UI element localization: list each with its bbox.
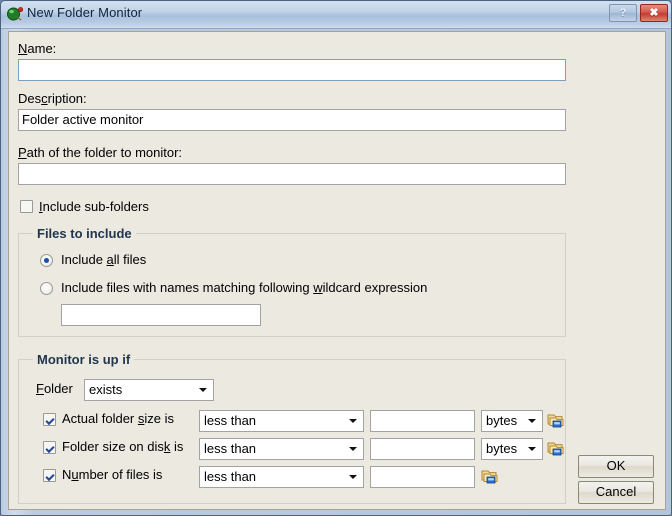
- path-input[interactable]: [18, 163, 566, 185]
- row0-post: ize is: [144, 411, 174, 426]
- dialog-window: New Folder Monitor ? ✖ Name: Description…: [0, 0, 672, 516]
- help-button[interactable]: ?: [609, 4, 637, 22]
- monitor-globe-icon: [6, 6, 24, 22]
- chevron-down-icon: [349, 419, 357, 423]
- description-label-pre: Des: [18, 91, 42, 106]
- cancel-button[interactable]: Cancel: [578, 481, 654, 504]
- include-subfolders-text: nclude sub-folders: [42, 199, 149, 214]
- description-label-text: ription:: [47, 91, 87, 106]
- include-subfolders-label[interactable]: Include sub-folders: [39, 199, 149, 214]
- name-label-text: ame:: [27, 41, 57, 56]
- number-of-files-checkbox[interactable]: [43, 469, 56, 482]
- chevron-down-icon: [349, 475, 357, 479]
- number-of-files-operator-combo[interactable]: less than: [199, 466, 364, 488]
- path-label: Path of the folder to monitor:: [18, 145, 182, 160]
- actual-folder-size-unit-combo[interactable]: bytes: [481, 410, 543, 432]
- files-to-include-title: Files to include: [33, 226, 136, 241]
- window-title: New Folder Monitor: [27, 5, 143, 20]
- dialog-body: Name: Description: Folder active monitor…: [8, 31, 666, 510]
- name-input[interactable]: [18, 59, 566, 81]
- description-input[interactable]: Folder active monitor: [18, 109, 566, 131]
- description-label: Description:: [18, 91, 87, 106]
- path-label-accel: P: [18, 145, 27, 160]
- ok-button[interactable]: OK: [578, 455, 654, 478]
- actual-folder-size-label[interactable]: Actual folder size is: [62, 411, 174, 426]
- name-label: Name:: [18, 41, 56, 56]
- include-all-pre: Include: [61, 252, 107, 267]
- include-all-post: ll files: [113, 252, 147, 267]
- row1-pre: Folder size on dis: [62, 439, 164, 454]
- row1-post: is: [170, 439, 184, 454]
- folder-label-text: older: [43, 381, 73, 396]
- chevron-down-icon: [199, 388, 207, 392]
- wildcard-post: ildcard expression: [322, 280, 428, 295]
- title-bar: New Folder Monitor ? ✖: [1, 1, 671, 29]
- chevron-down-icon: [528, 419, 536, 423]
- name-label-accel: N: [18, 41, 28, 56]
- wildcard-input[interactable]: [61, 304, 261, 326]
- folder-condition-combo[interactable]: exists: [84, 379, 214, 401]
- row2-accel: u: [71, 467, 79, 482]
- chevron-down-icon: [528, 447, 536, 451]
- folder-size-on-disk-operator-combo[interactable]: less than: [199, 438, 364, 460]
- browse-folder-icon[interactable]: [547, 413, 564, 428]
- number-of-files-label[interactable]: Number of files is: [62, 467, 162, 482]
- close-button[interactable]: ✖: [640, 4, 668, 22]
- files-to-include-group: Files to include Include all files Inclu…: [18, 226, 566, 337]
- row1-operator: less than: [204, 441, 257, 456]
- actual-folder-size-operator-combo[interactable]: less than: [199, 410, 364, 432]
- monitor-is-up-if-group: Monitor is up if Folder exists Actual fo…: [18, 352, 566, 504]
- folder-condition-label: Folder: [36, 381, 73, 396]
- include-all-accel: a: [106, 252, 114, 267]
- wildcard-accel: w: [313, 280, 323, 295]
- row0-pre: Actual folder: [62, 411, 138, 426]
- folder-size-on-disk-checkbox[interactable]: [43, 441, 56, 454]
- browse-folder-icon[interactable]: [481, 469, 498, 484]
- path-label-text: ath of the folder to monitor:: [26, 145, 183, 160]
- monitor-is-up-if-title: Monitor is up if: [33, 352, 135, 367]
- radio-include-wildcard-label[interactable]: Include files with names matching follow…: [61, 280, 427, 295]
- folder-size-on-disk-value-input[interactable]: [370, 438, 475, 460]
- folder-size-on-disk-label[interactable]: Folder size on disk is: [62, 439, 183, 454]
- radio-include-all-files[interactable]: [40, 254, 53, 267]
- folder-label-accel: F: [36, 381, 44, 396]
- browse-folder-icon[interactable]: [547, 441, 564, 456]
- row2-post: mber of files is: [78, 467, 163, 482]
- row1-unit: bytes: [486, 441, 518, 456]
- row0-unit: bytes: [486, 413, 518, 428]
- row2-pre: N: [62, 467, 72, 482]
- number-of-files-value-input[interactable]: [370, 466, 475, 488]
- radio-include-wildcard[interactable]: [40, 282, 53, 295]
- row0-operator: less than: [204, 413, 257, 428]
- radio-include-all-files-label[interactable]: Include all files: [61, 252, 146, 267]
- chevron-down-icon: [349, 447, 357, 451]
- wildcard-pre: Include files with names matching follow…: [61, 280, 314, 295]
- include-subfolders-checkbox[interactable]: [20, 200, 33, 213]
- actual-folder-size-checkbox[interactable]: [43, 413, 56, 426]
- row2-operator: less than: [204, 469, 257, 484]
- folder-condition-value: exists: [89, 382, 123, 397]
- folder-size-on-disk-unit-combo[interactable]: bytes: [481, 438, 543, 460]
- actual-folder-size-value-input[interactable]: [370, 410, 475, 432]
